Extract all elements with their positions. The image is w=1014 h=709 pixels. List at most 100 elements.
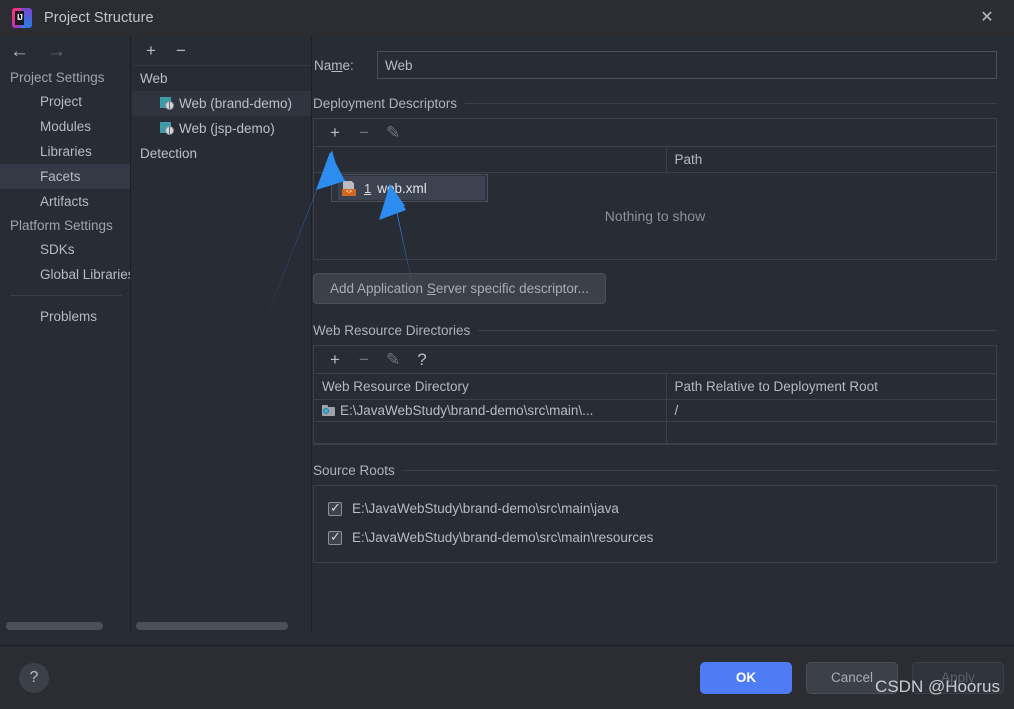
tree-group-web[interactable]: Web	[132, 66, 311, 91]
settings-sidebar: ← → Project Settings Project Modules Lib…	[0, 36, 131, 632]
source-roots-panel: E:\JavaWebStudy\brand-demo\src\main\java…	[313, 485, 997, 563]
tree-group-detection[interactable]: Detection	[132, 141, 311, 166]
add-web-resource-button[interactable]: +	[328, 351, 342, 368]
help-icon[interactable]: ?	[19, 662, 49, 693]
section-rule	[465, 103, 997, 104]
ok-button[interactable]: OK	[700, 661, 792, 694]
section-rule	[402, 470, 997, 471]
table-row[interactable]: E:\JavaWebStudy\brand-demo\src\main\... …	[314, 399, 996, 422]
source-root-label: E:\JavaWebStudy\brand-demo\src\main\reso…	[352, 530, 654, 545]
title-bar: IJ Project Structure ✕	[0, 0, 1014, 36]
tree-item-web-jsp-demo[interactable]: Web (jsp-demo)	[132, 116, 311, 141]
sidebar-item-sdks[interactable]: SDKs	[0, 237, 130, 262]
web-resource-directories-toolbar: + − ✎ ?	[314, 346, 996, 374]
tree-row-label: Web	[140, 71, 168, 86]
add-descriptor-button[interactable]: +	[328, 124, 342, 141]
section-title: Web Resource Directories	[313, 323, 471, 338]
column-header-relative-path[interactable]: Path Relative to Deployment Root	[666, 374, 996, 400]
sidebar-hscroll-thumb[interactable]	[6, 622, 103, 630]
web-facet-icon	[160, 121, 174, 136]
tree-hscroll-thumb[interactable]	[136, 622, 288, 630]
tree-hscrollbar[interactable]	[132, 620, 311, 632]
tree-item-web-brand-demo[interactable]: Web (brand-demo)	[132, 91, 311, 116]
close-icon[interactable]: ✕	[972, 6, 1002, 30]
btn-suffix: erver specific descriptor...	[435, 281, 589, 296]
cell-blank	[314, 421, 667, 444]
sidebar-item-modules[interactable]: Modules	[0, 114, 130, 139]
deployment-descriptors-header: Deployment Descriptors	[313, 96, 997, 111]
facet-settings-panel: Name: Deployment Descriptors + − ✎ Path	[313, 36, 1014, 632]
facets-toolbar: + −	[132, 36, 311, 66]
cell-web-resource-directory[interactable]: E:\JavaWebStudy\brand-demo\src\main\...	[314, 399, 667, 422]
add-facet-button[interactable]: +	[144, 42, 158, 59]
logo-letters: IJ	[15, 11, 24, 25]
table-header-row: Path	[314, 147, 996, 173]
table-row-empty	[314, 421, 996, 444]
deployment-descriptors-toolbar: + − ✎	[314, 119, 996, 147]
xml-file-icon: <>	[342, 180, 357, 196]
column-header-blank[interactable]	[314, 147, 667, 173]
sidebar-item-problems[interactable]: Problems	[0, 304, 130, 329]
sidebar-nav: ← →	[0, 36, 130, 66]
source-root-checkbox[interactable]	[328, 529, 342, 545]
sidebar-item-facets[interactable]: Facets	[0, 164, 130, 189]
edit-descriptor-button[interactable]: ✎	[386, 124, 400, 141]
facets-tree-panel: + − Web Web (brand-demo) Web (jsp-demo) …	[132, 36, 312, 632]
name-label: Name:	[314, 57, 354, 73]
popup-item-mnemonic: 1	[364, 180, 372, 196]
name-input[interactable]	[377, 51, 997, 79]
window-title: Project Structure	[44, 10, 154, 26]
web-facet-icon	[160, 96, 174, 111]
sidebar-item-global-libraries[interactable]: Global Libraries	[0, 262, 130, 287]
section-title: Deployment Descriptors	[313, 96, 458, 111]
add-application-server-descriptor-button[interactable]: Add Application Server specific descript…	[313, 273, 606, 304]
btn-mnemonic: S	[426, 281, 436, 296]
source-roots-section: Source Roots E:\JavaWebStudy\brand-demo\…	[313, 463, 997, 563]
popup-menu-item-web-xml[interactable]: <> 1 web.xml	[338, 176, 485, 200]
btn-prefix: Add Application	[330, 281, 427, 296]
source-roots-header: Source Roots	[313, 463, 997, 478]
edit-web-resource-button[interactable]: ✎	[386, 351, 400, 368]
sidebar-item-project[interactable]: Project	[0, 89, 130, 114]
watermark: CSDN @Hoorus	[875, 677, 1000, 696]
column-header-path[interactable]: Path	[666, 147, 996, 173]
tree-row-label: Detection	[140, 146, 198, 161]
back-arrow-icon[interactable]: ←	[10, 42, 29, 61]
popup-item-label: web.xml	[377, 180, 427, 196]
sidebar-item-libraries[interactable]: Libraries	[0, 139, 130, 164]
cell-relative-path[interactable]: /	[666, 399, 996, 422]
web-resource-directories-header: Web Resource Directories	[313, 323, 997, 338]
deployment-descriptors-table: Path	[314, 147, 996, 173]
source-root-item[interactable]: E:\JavaWebStudy\brand-demo\src\main\reso…	[314, 523, 996, 552]
remove-web-resource-button[interactable]: −	[357, 351, 371, 368]
source-root-item[interactable]: E:\JavaWebStudy\brand-demo\src\main\java	[314, 494, 996, 523]
tree-row-label: Web (brand-demo)	[179, 96, 293, 111]
sidebar-group-project-settings: Project Settings	[10, 70, 105, 85]
folder-icon	[322, 405, 335, 416]
source-root-label: E:\JavaWebStudy\brand-demo\src\main\java	[352, 501, 619, 516]
descriptor-popup-menu: <> 1 web.xml	[331, 174, 488, 202]
cell-text: E:\JavaWebStudy\brand-demo\src\main\...	[340, 403, 594, 418]
help-web-resource-button[interactable]: ?	[415, 351, 429, 368]
sidebar-item-artifacts[interactable]: Artifacts	[0, 189, 130, 214]
name-row: Name:	[314, 50, 997, 80]
cell-blank	[666, 421, 996, 444]
intellij-logo-icon: IJ	[12, 8, 32, 28]
forward-arrow-icon[interactable]: →	[47, 42, 66, 61]
tree-row-label: Web (jsp-demo)	[179, 121, 275, 136]
project-structure-dialog: IJ Project Structure ✕ ← → Project Setti…	[0, 0, 1014, 709]
section-title: Source Roots	[313, 463, 395, 478]
web-resource-directories-section: Web Resource Directories + − ✎ ? Web Res…	[313, 323, 997, 445]
sidebar-group-platform-settings: Platform Settings	[10, 218, 113, 233]
source-root-checkbox[interactable]	[328, 500, 342, 516]
remove-descriptor-button[interactable]: −	[357, 124, 371, 141]
sidebar-divider	[10, 295, 122, 296]
column-header-web-resource-directory[interactable]: Web Resource Directory	[314, 374, 667, 400]
web-resource-directories-panel: + − ✎ ? Web Resource Directory Path Rela…	[313, 345, 997, 445]
sidebar-hscrollbar[interactable]	[0, 620, 130, 632]
remove-facet-button[interactable]: −	[174, 42, 188, 59]
table-header-row: Web Resource Directory Path Relative to …	[314, 374, 996, 400]
section-rule	[478, 330, 997, 331]
web-resource-directories-table: Web Resource Directory Path Relative to …	[314, 374, 996, 444]
dialog-button-bar: ? OK Cancel Apply	[0, 645, 1014, 709]
